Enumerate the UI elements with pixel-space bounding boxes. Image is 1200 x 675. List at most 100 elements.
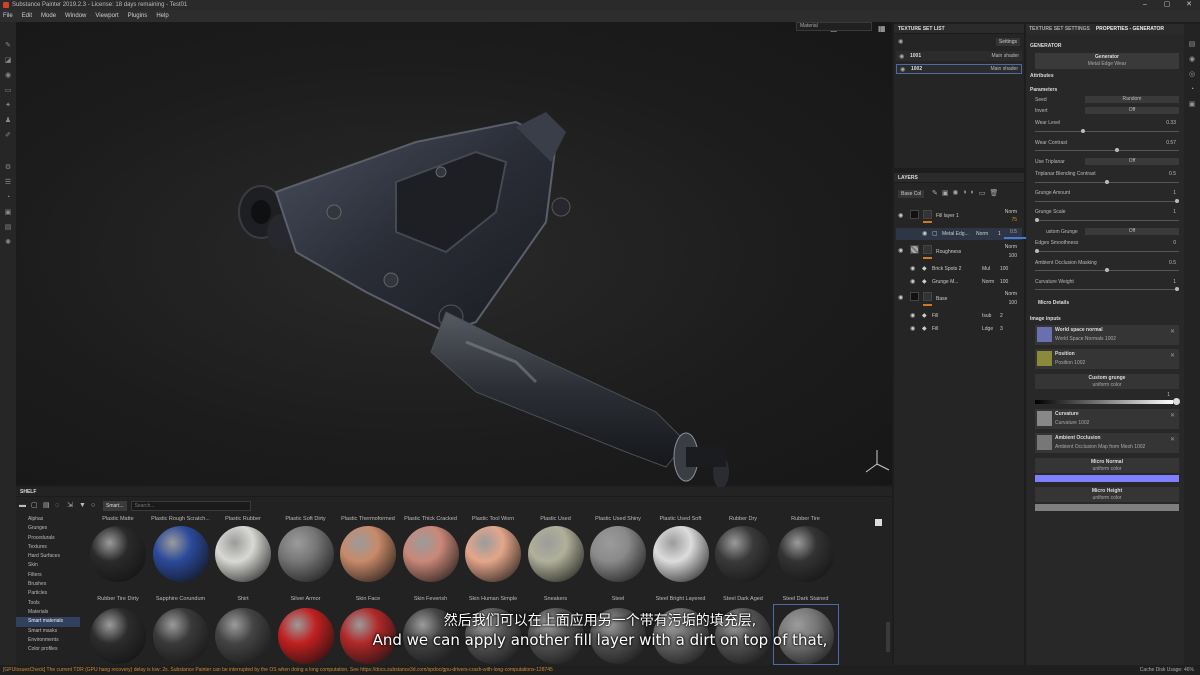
- blend-mode[interactable]: Norm: [1005, 291, 1017, 297]
- eraser-icon[interactable]: ◪: [4, 57, 12, 65]
- close-icon[interactable]: ✕: [1170, 352, 1175, 359]
- edges-smoothness-slider[interactable]: [1035, 249, 1179, 253]
- shelf-category-item[interactable]: Skin: [16, 561, 80, 570]
- eye-icon[interactable]: ◉: [910, 325, 915, 332]
- layer-row[interactable]: ◉ Base Norm 100: [896, 290, 1022, 306]
- image-inputs-section[interactable]: Image inputs: [1030, 316, 1061, 322]
- save-icon[interactable]: ▤: [43, 502, 51, 510]
- slider-knob[interactable]: [1081, 129, 1086, 133]
- opacity-value[interactable]: 100: [1000, 266, 1008, 272]
- tab-texture-set-settings[interactable]: TEXTURE SET SETTINGS: [1029, 26, 1090, 32]
- blend-mode[interactable]: Isub: [982, 313, 991, 319]
- eye-icon[interactable]: ◉: [899, 53, 904, 60]
- custom-grunge-toggle[interactable]: Off: [1085, 228, 1179, 235]
- hide-icon[interactable]: ◌: [55, 502, 63, 510]
- texture-set-row[interactable]: ◉ 1001 Main shader: [896, 51, 1022, 61]
- menu-file[interactable]: File: [3, 13, 13, 19]
- grunge-color-gradient[interactable]: [1035, 400, 1173, 404]
- shelf-category-item[interactable]: Procedurals: [16, 534, 80, 543]
- input-position[interactable]: Position Position 1002 ✕: [1035, 349, 1179, 369]
- material-tile[interactable]: Plastic Used Soft: [649, 515, 713, 582]
- settings-dropdown[interactable]: Settings: [995, 38, 1020, 46]
- material-tile[interactable]: Plastic Used: [524, 515, 588, 582]
- slider-knob[interactable]: [1114, 148, 1119, 152]
- material-tile[interactable]: Rubber Dry: [711, 515, 775, 582]
- attributes-section[interactable]: Attributes: [1030, 73, 1054, 79]
- slider-knob[interactable]: [1105, 268, 1109, 272]
- menu-edit[interactable]: Edit: [22, 13, 32, 19]
- display-icon[interactable]: ▣: [4, 209, 12, 217]
- slider-knob[interactable]: [1105, 180, 1109, 184]
- mask-icon[interactable]: ◑: [962, 189, 966, 197]
- menu-help[interactable]: Help: [156, 13, 168, 19]
- 3d-viewport[interactable]: ▢ ◒ ▬ ▦: [16, 22, 892, 488]
- menu-window[interactable]: Window: [65, 13, 86, 19]
- tab-properties-generator[interactable]: PROPERTIES - GENERATOR: [1096, 26, 1164, 32]
- shelf-category-item[interactable]: Grunges: [16, 524, 80, 533]
- display-settings-icon[interactable]: ◉: [1188, 56, 1196, 64]
- eye-icon[interactable]: ◉: [910, 265, 915, 272]
- micro-height-input[interactable]: Micro Height uniform color: [1035, 487, 1179, 502]
- effect-row[interactable]: ◉ ◆ Fill Isub 2: [896, 310, 1022, 321]
- opacity-value[interactable]: 2: [1000, 313, 1003, 319]
- effect-row[interactable]: ◉ ◆ Brick Spots 2 Mul 100: [896, 263, 1022, 274]
- slider-knob[interactable]: [1175, 287, 1179, 291]
- shader-dropdown[interactable]: Main shader: [990, 66, 1018, 72]
- shelf-search-input[interactable]: Search...: [130, 501, 251, 511]
- thumbnail-size-icon[interactable]: [875, 519, 882, 526]
- effect-icon[interactable]: ✺: [953, 189, 959, 197]
- blend-mode[interactable]: Norm: [982, 279, 994, 285]
- seed-random-button[interactable]: Random: [1085, 96, 1179, 103]
- eye-icon[interactable]: ◉: [910, 312, 915, 319]
- eye-icon[interactable]: ◉: [898, 247, 903, 254]
- bake-icon[interactable]: ✺: [4, 239, 12, 247]
- micro-details-section[interactable]: Micro Details: [1038, 300, 1069, 306]
- paint-layer-icon[interactable]: ✎: [932, 189, 938, 197]
- slider-knob[interactable]: [1035, 218, 1039, 222]
- effect-row[interactable]: ◉ ◆ Grunge M... Norm 100: [896, 276, 1022, 287]
- shader-settings-icon[interactable]: ◎: [1188, 71, 1196, 79]
- eye-icon[interactable]: ◉: [900, 66, 905, 73]
- opacity-value[interactable]: 1: [998, 231, 1001, 237]
- maximize-button[interactable]: ▢: [1156, 0, 1178, 10]
- picker-icon[interactable]: ✐: [4, 132, 12, 140]
- blend-mode[interactable]: Norm: [976, 231, 988, 237]
- smart-mask-icon[interactable]: ◐: [971, 189, 975, 197]
- shelf-category-item[interactable]: Tools: [16, 599, 80, 608]
- material-tile[interactable]: Plastic Soft Dirty: [274, 515, 338, 582]
- close-icon[interactable]: ✕: [1170, 328, 1175, 335]
- shelf-category-item[interactable]: Alphas: [16, 515, 80, 524]
- material-tile[interactable]: Plastic Rubber: [211, 515, 275, 582]
- channel-dropdown[interactable]: Base Col: [898, 190, 925, 198]
- opacity-value[interactable]: 100: [1009, 300, 1017, 306]
- curvature-weight-slider[interactable]: [1035, 287, 1179, 291]
- folder-icon[interactable]: ▭: [979, 189, 986, 197]
- menu-viewport[interactable]: Viewport: [95, 13, 118, 19]
- smudge-icon[interactable]: ✦: [4, 102, 12, 110]
- opacity-value[interactable]: 75: [1011, 217, 1017, 223]
- minimize-button[interactable]: –: [1134, 0, 1156, 10]
- circle-icon[interactable]: ○: [91, 502, 99, 510]
- triplanar-toggle[interactable]: Off: [1085, 158, 1179, 165]
- shelf-category-item[interactable]: Brushes: [16, 580, 80, 589]
- material-tile[interactable]: Plastic Tool Worn: [461, 515, 525, 582]
- blend-mode[interactable]: Norm: [1005, 244, 1017, 250]
- micro-normal-color-swatch[interactable]: [1035, 475, 1179, 482]
- opacity-value[interactable]: 100: [1000, 279, 1008, 285]
- filter-icon[interactable]: ▼: [79, 502, 87, 510]
- settings-icon[interactable]: ⚙: [4, 164, 12, 172]
- eye-icon[interactable]: ◉: [898, 294, 903, 301]
- document-icon[interactable]: ▤: [4, 224, 12, 232]
- input-world-space-normal[interactable]: World space normal World Space Normals 1…: [1035, 325, 1179, 345]
- effect-row[interactable]: ◉ ◆ Fill Ldge 3: [896, 323, 1022, 334]
- blend-mode[interactable]: Ldge: [982, 326, 993, 332]
- texture-set-row[interactable]: ◉ 1002 Main shader: [896, 64, 1022, 74]
- wear-level-slider[interactable]: [1035, 129, 1179, 133]
- projection-icon[interactable]: ◉: [4, 72, 12, 80]
- invert-toggle[interactable]: Off: [1085, 107, 1179, 114]
- blend-mode[interactable]: Mul: [982, 266, 990, 272]
- micro-normal-input[interactable]: Micro Normal uniform color: [1035, 458, 1179, 473]
- layers-stack-icon[interactable]: ▤: [1188, 41, 1196, 49]
- delete-icon[interactable]: 🗑: [989, 189, 998, 197]
- menu-mode[interactable]: Mode: [41, 13, 56, 19]
